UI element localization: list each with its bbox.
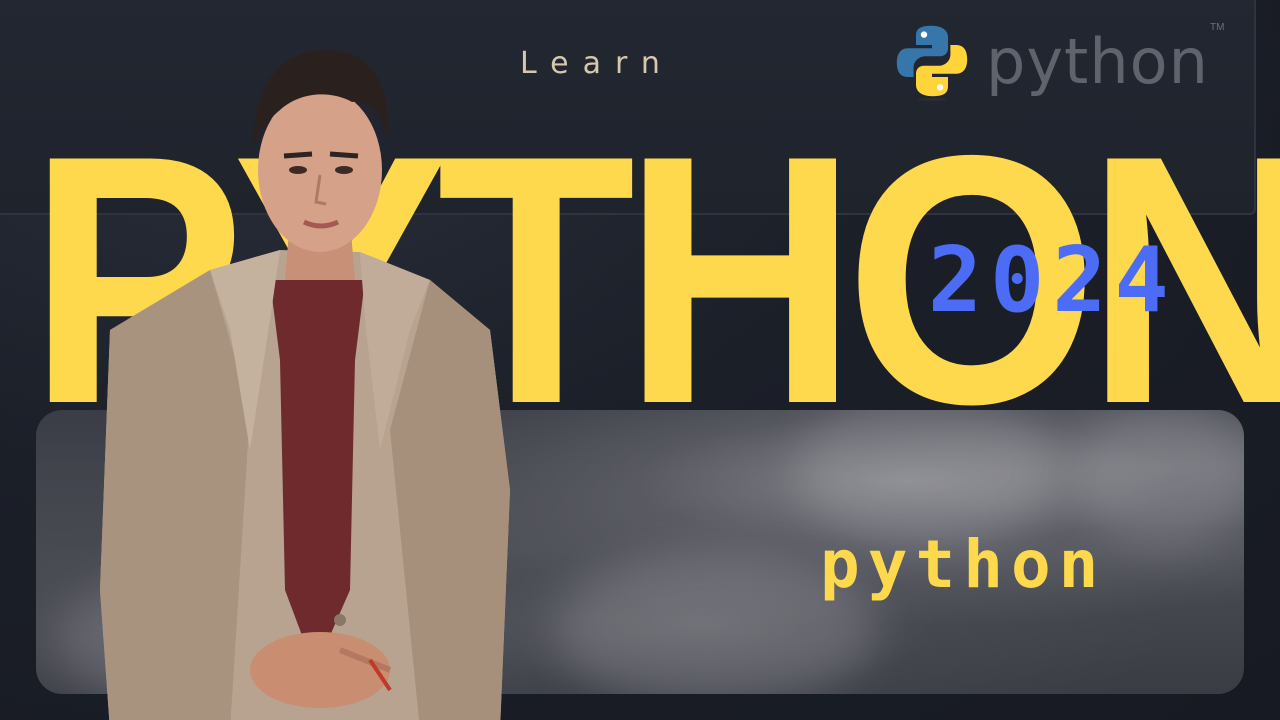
learn-label: Learn xyxy=(520,46,674,81)
presenter-photo xyxy=(100,50,510,720)
trademark-mark: TM xyxy=(1210,22,1225,33)
python-subtitle: python xyxy=(820,526,1107,603)
year-label: 2024 xyxy=(928,228,1177,333)
thumbnail-canvas: Learn python TM PYTHON 2024 python xyxy=(0,0,1280,720)
